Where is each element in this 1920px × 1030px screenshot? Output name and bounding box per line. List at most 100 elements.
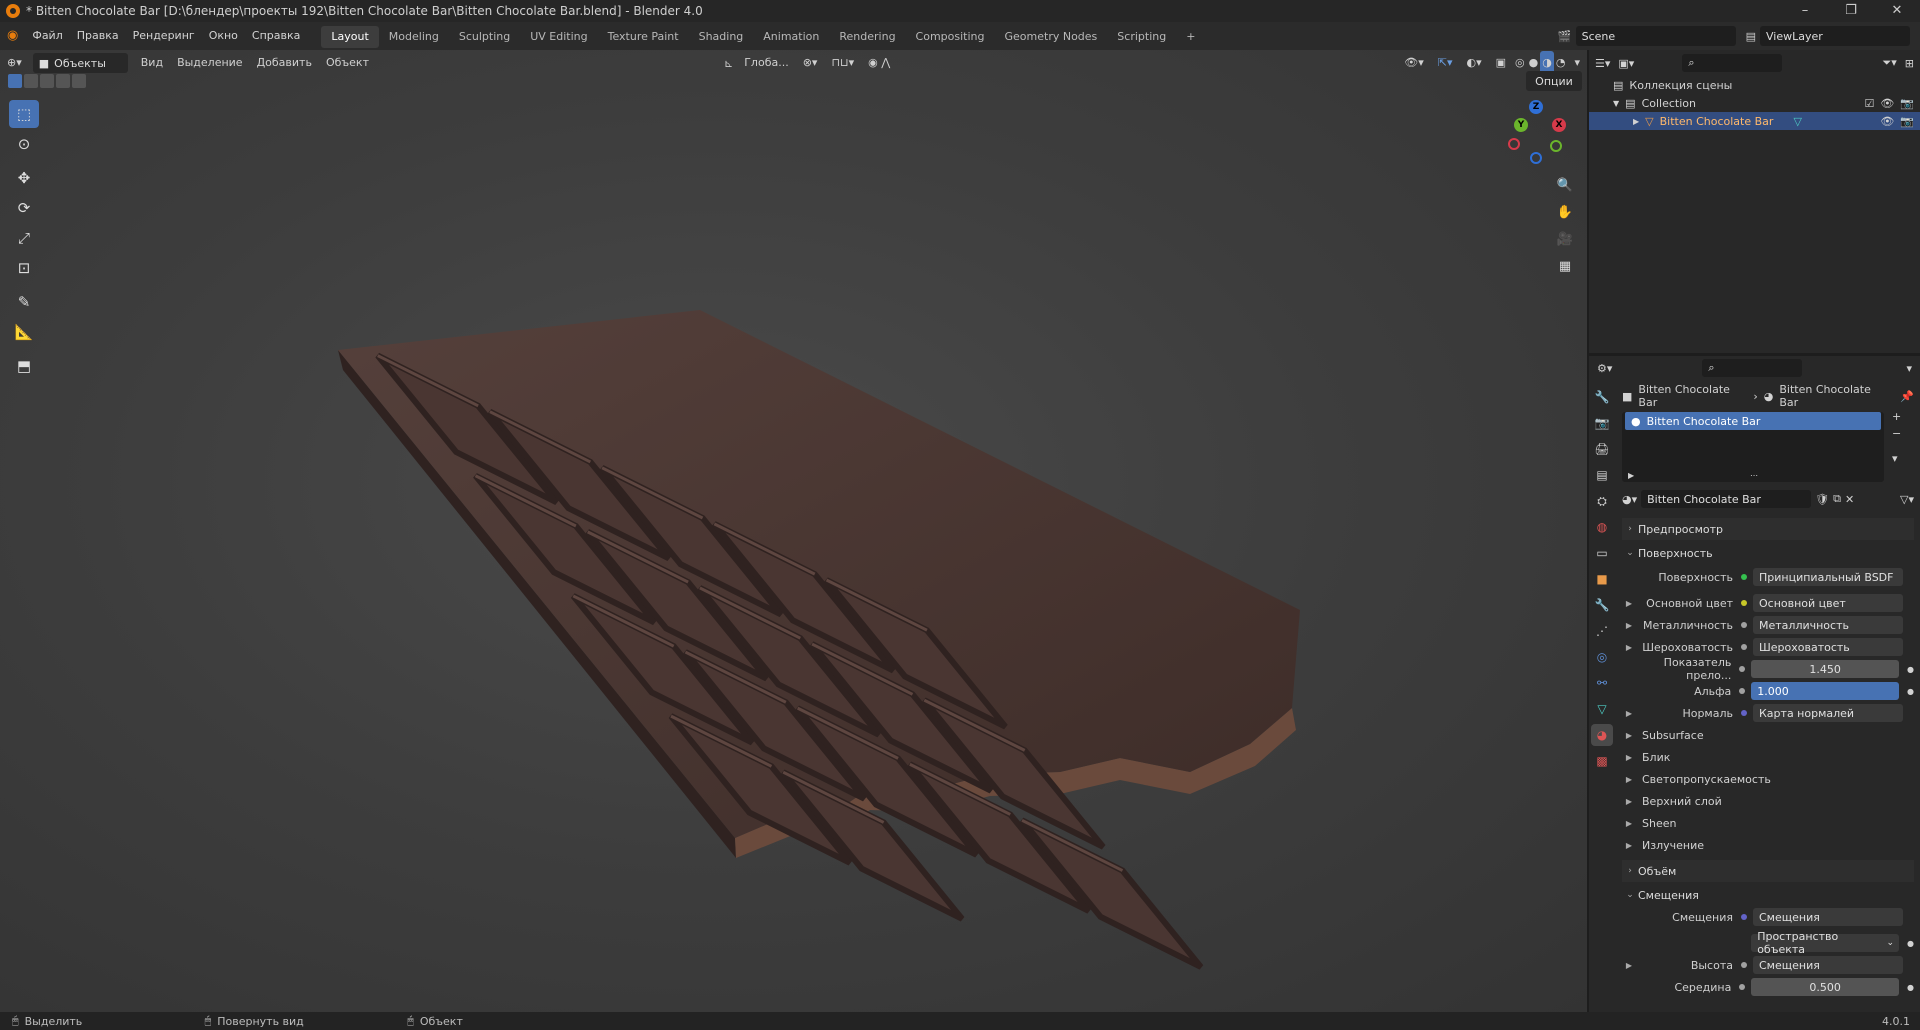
object-render-icon[interactable]: 📷 [1900,115,1914,128]
world-tab-icon[interactable]: ◍ [1591,516,1613,538]
row-value-field[interactable]: Шероховатость [1753,638,1903,656]
render-toggle-icon[interactable]: 📷 [1900,97,1914,110]
workspace-tab-geometry-nodes[interactable]: Geometry Nodes [995,26,1108,48]
duplicate-material-icon[interactable]: ⧉ [1833,492,1841,506]
fake-user-icon[interactable]: 🛡 [1815,493,1829,506]
add-workspace-button[interactable]: + [1176,26,1205,48]
material-name-field[interactable]: Bitten Chocolate Bar [1641,490,1812,508]
3d-viewport[interactable]: ⊕▾ ■ Объекты Вид Выделение Добавить Объе… [0,50,1587,1012]
filter-icon[interactable]: ⏷▾ [1882,56,1896,70]
material-slot-list[interactable]: ● Bitten Chocolate Bar ▶ ⋯ [1622,412,1884,482]
close-button[interactable]: ✕ [1874,0,1920,22]
row-value-field[interactable]: Смещения [1753,908,1903,926]
slot-list-resize-handle[interactable]: ⋯ [1750,471,1758,480]
workspace-tab-animation[interactable]: Animation [753,26,829,48]
row-expand-icon[interactable]: ▶ [1622,709,1636,718]
row-value-field[interactable]: Металличность [1753,616,1903,634]
subpanel-row[interactable]: ▶ Блик [1622,746,1914,768]
keyframe-dot-icon[interactable]: ● [1907,939,1914,948]
mesh-data-icon[interactable]: ▽ [1793,115,1801,128]
tool-tab-icon[interactable]: 🔧 [1591,386,1613,408]
constraints-tab-icon[interactable]: ⚯ [1591,672,1613,694]
zoom-icon[interactable]: 🔍 [1553,173,1577,197]
socket-dot-icon[interactable] [1739,940,1745,946]
socket-dot-icon[interactable] [1739,984,1746,990]
view-layer-selector[interactable]: ViewLayer [1760,26,1910,46]
gizmo-z-axis[interactable]: Z [1529,100,1543,114]
unlink-material-icon[interactable]: ✕ [1845,493,1854,506]
row-value-field[interactable]: Карта нормалей [1753,704,1903,722]
outliner-collection[interactable]: ▼ ▤ Collection ☑ 👁 📷 [1589,94,1920,112]
row-expand-icon[interactable]: ▶ [1622,643,1636,652]
menu-render[interactable]: Рендеринг [126,22,202,50]
row-expand-icon[interactable]: ▶ [1622,599,1636,608]
surface-section[interactable]: ⌄ Поверхность [1622,542,1914,564]
workspace-tab-texture-paint[interactable]: Texture Paint [598,26,689,48]
keyframe-dot-icon[interactable]: ● [1907,983,1914,992]
workspace-tab-rendering[interactable]: Rendering [829,26,905,48]
workspace-tab-modeling[interactable]: Modeling [379,26,449,48]
preview-section[interactable]: › Предпросмотр [1622,518,1914,540]
outliner-scene-collection[interactable]: ▤ Коллекция сцены [1589,76,1920,94]
displacement-section[interactable]: ⌄ Смещения [1622,884,1914,906]
slot-specials-icon[interactable]: ▾ [1892,452,1901,465]
perspective-toggle-icon[interactable]: ▦ [1553,254,1577,278]
remove-slot-icon[interactable]: − [1892,427,1901,440]
keyframe-dot-icon[interactable]: ● [1907,665,1914,674]
socket-dot-icon[interactable] [1741,574,1747,580]
material-browse-icon[interactable]: ◕▾ [1622,493,1637,506]
socket-dot-icon[interactable] [1741,914,1747,920]
workspace-tab-layout[interactable]: Layout [321,26,379,48]
menu-edit[interactable]: Правка [70,22,126,50]
workspace-tab-compositing[interactable]: Compositing [906,26,995,48]
keyframe-dot-icon[interactable]: ● [1907,687,1914,696]
hide-icon[interactable]: 👁 [1880,97,1894,110]
modifier-tab-icon[interactable]: 🔧 [1591,594,1613,616]
collapse-icon[interactable]: ▼ [1613,99,1619,108]
new-collection-icon[interactable]: ⊞ [1905,57,1914,70]
outliner-editor-icon[interactable]: ☰▾ [1595,57,1610,70]
row-value-field[interactable]: Смещения [1753,956,1903,974]
properties-options-icon[interactable]: ▾ [1906,362,1912,375]
row-expand-icon[interactable]: ▶ [1622,961,1636,970]
socket-dot-icon[interactable] [1741,644,1747,650]
socket-dot-icon[interactable] [1741,600,1747,606]
scene-tab-icon[interactable]: ⛭ [1591,490,1613,512]
object-hide-icon[interactable]: 👁 [1880,115,1894,128]
workspace-tab-scripting[interactable]: Scripting [1107,26,1176,48]
subpanel-row[interactable]: ▶ Верхний слой [1622,790,1914,812]
menu-window[interactable]: Окно [202,22,245,50]
particles-tab-icon[interactable]: ⋰ [1591,620,1613,642]
row-expand-icon[interactable]: ▶ [1622,621,1636,630]
menu-file[interactable]: Файл [25,22,69,50]
object-tab-icon[interactable]: ■ [1591,568,1613,590]
space-select[interactable]: Пространство объекта ⌄ [1751,930,1899,956]
gizmo-neg-z[interactable] [1530,152,1542,164]
view-layer-tab-icon[interactable]: ▤ [1591,464,1613,486]
blender-menu-icon[interactable]: ◉ [0,22,25,50]
render-tab-icon[interactable]: 📷 [1591,412,1613,434]
subpanel-row[interactable]: ▶ Излучение [1622,834,1914,856]
add-slot-icon[interactable]: + [1892,410,1901,423]
subpanel-row[interactable]: ▶ Subsurface [1622,724,1914,746]
exclude-checkbox-icon[interactable]: ☑ [1864,97,1874,110]
workspace-tab-sculpting[interactable]: Sculpting [449,26,520,48]
expand-icon[interactable]: ▶ [1633,117,1639,126]
subpanel-row[interactable]: ▶ Светопропускаемость [1622,768,1914,790]
gizmo-neg-x[interactable] [1508,138,1520,150]
volume-section[interactable]: › Объём [1622,860,1914,882]
link-type-icon[interactable]: ▽▾ [1900,493,1914,506]
socket-dot-icon[interactable] [1739,666,1746,672]
minimize-button[interactable]: – [1782,0,1828,22]
socket-dot-icon[interactable] [1741,710,1747,716]
row-value-field[interactable]: Принципиальный BSDF [1753,568,1903,586]
gizmo-neg-y[interactable] [1550,140,1562,152]
menu-help[interactable]: Справка [245,22,307,50]
socket-dot-icon[interactable] [1739,688,1746,694]
properties-editor-icon[interactable]: ⚙▾ [1597,362,1612,375]
collection-tab-icon[interactable]: ▭ [1591,542,1613,564]
socket-dot-icon[interactable] [1741,962,1747,968]
material-tab-icon[interactable]: ◕ [1591,724,1613,746]
camera-view-icon[interactable]: 🎥 [1553,227,1577,251]
data-tab-icon[interactable]: ▽ [1591,698,1613,720]
